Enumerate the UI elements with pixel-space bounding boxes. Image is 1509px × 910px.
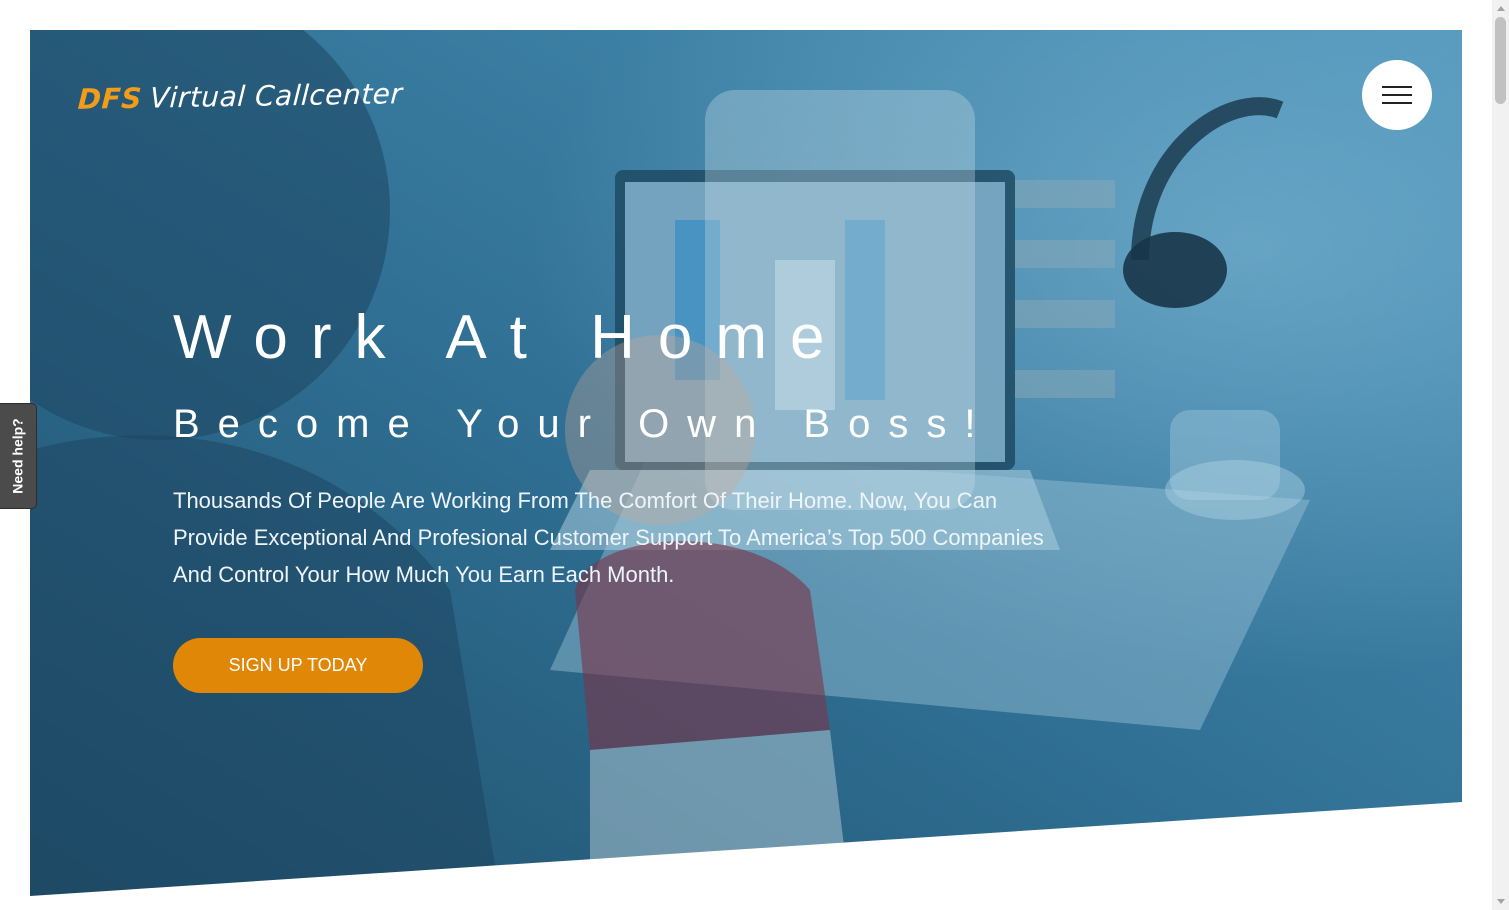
need-help-label: Need help? [10, 418, 26, 494]
scrollbar-thumb[interactable] [1495, 17, 1506, 104]
sign-up-button[interactable]: SIGN UP TODAY [173, 638, 423, 693]
need-help-tab[interactable]: Need help? [0, 403, 37, 509]
hero-section: DFS Virtual Callcenter Work At Home Becom… [30, 30, 1462, 896]
scroll-up-arrow-icon[interactable] [1497, 6, 1505, 11]
logo-brand: DFS [76, 81, 143, 116]
vertical-scrollbar[interactable] [1492, 0, 1509, 910]
hero-headline: Work At Home [173, 303, 848, 372]
site-logo[interactable]: DFS Virtual Callcenter [77, 77, 403, 116]
menu-button[interactable] [1362, 60, 1432, 130]
logo-name: Virtual Callcenter [149, 77, 404, 115]
hero-subheadline: Become Your Own Boss! [173, 402, 994, 446]
scroll-down-arrow-icon[interactable] [1497, 899, 1505, 904]
hero-lead-text: Thousands Of People Are Working From The… [173, 488, 1044, 587]
hamburger-menu-icon [1382, 86, 1412, 104]
page: DFS Virtual Callcenter Work At Home Becom… [0, 0, 1509, 910]
hero-background-image [30, 30, 1462, 896]
